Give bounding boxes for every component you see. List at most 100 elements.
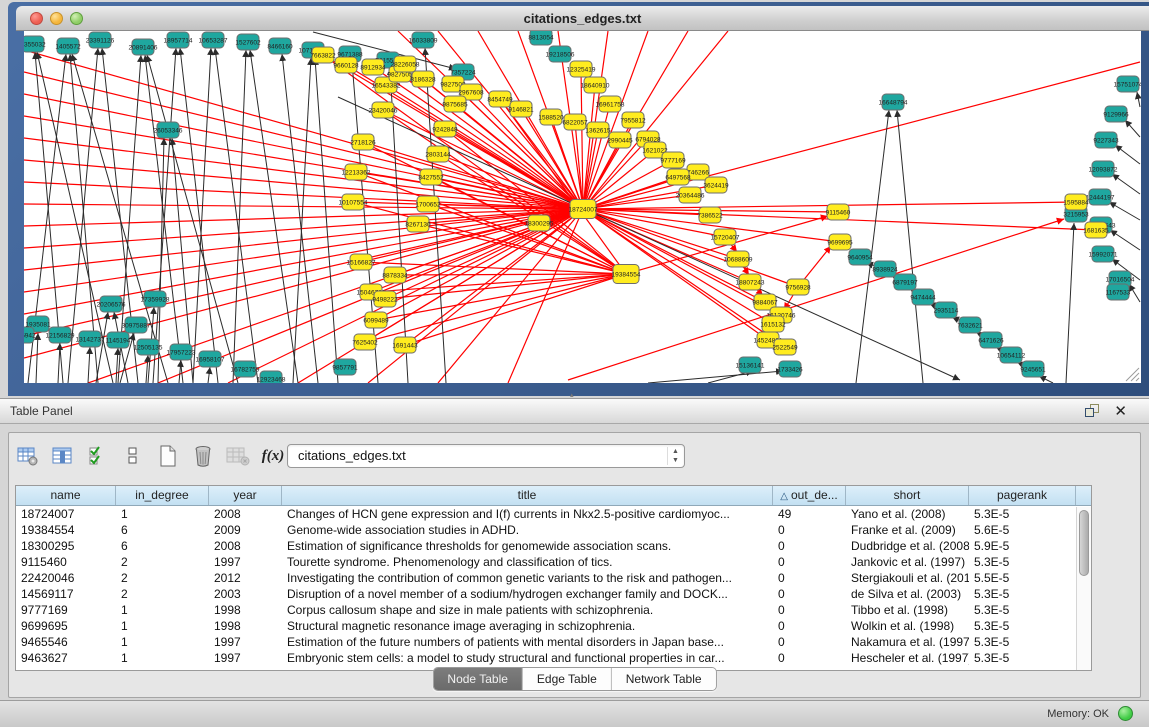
- column-header-title[interactable]: title: [282, 486, 773, 505]
- table-settings-icon[interactable]: [15, 443, 41, 469]
- graph-node[interactable]: 9777169: [660, 152, 686, 168]
- graph-node[interactable]: 26053346: [154, 122, 183, 138]
- graph-node[interactable]: 9875685: [442, 96, 468, 112]
- graph-node[interactable]: 12923468: [257, 371, 286, 383]
- graph-node[interactable]: 12325419: [567, 61, 596, 77]
- graph-node[interactable]: 6099489: [363, 312, 389, 328]
- graph-node[interactable]: 9115460: [826, 204, 851, 220]
- graph-node[interactable]: 17957223: [167, 344, 196, 360]
- graph-node[interactable]: 7663822: [310, 47, 336, 63]
- cell-pagerank[interactable]: 5.3E-5: [969, 554, 1076, 570]
- scrollbar-thumb[interactable]: [1079, 510, 1089, 576]
- graph-node[interactable]: 1405572: [55, 38, 81, 54]
- graph-node[interactable]: 19384554: [612, 265, 641, 284]
- cell-title[interactable]: Investigating the contribution of common…: [282, 570, 773, 586]
- graph-node[interactable]: 16648794: [879, 94, 908, 110]
- graph-node[interactable]: 1700652: [415, 196, 441, 212]
- cell-year[interactable]: 1998: [209, 618, 282, 634]
- cell-in_degree[interactable]: 2: [116, 554, 209, 570]
- select-columns-icon[interactable]: [50, 443, 76, 469]
- graph-node[interactable]: 20364486: [676, 187, 705, 203]
- graph-node[interactable]: 10653287: [199, 32, 228, 48]
- tab-node-table[interactable]: Node Table: [433, 668, 523, 690]
- graph-node[interactable]: 1595884: [1063, 194, 1089, 210]
- tab-network-table[interactable]: Network Table: [612, 668, 716, 690]
- graph-edge[interactable]: [856, 110, 889, 383]
- graph-edge[interactable]: [179, 360, 181, 383]
- cell-pagerank[interactable]: 5.9E-5: [969, 538, 1076, 554]
- cell-title[interactable]: Disruption of a novel member of a sodium…: [282, 586, 773, 602]
- cell-pagerank[interactable]: 5.3E-5: [969, 506, 1076, 522]
- graph-node[interactable]: 18957714: [164, 32, 193, 48]
- graph-node[interactable]: 9640954: [847, 249, 873, 265]
- graph-node[interactable]: 1527602: [235, 34, 261, 50]
- table-row[interactable]: 1830029562008Estimation of significance …: [16, 538, 1091, 554]
- graph-node[interactable]: 15751074: [1114, 76, 1141, 92]
- cell-in_degree[interactable]: 1: [116, 602, 209, 618]
- graph-edge[interactable]: [146, 355, 148, 383]
- graph-node[interactable]: 9756928: [785, 279, 811, 295]
- graph-edge[interactable]: [395, 274, 626, 275]
- cell-out_de[interactable]: 0: [773, 602, 846, 618]
- graph-edge[interactable]: [293, 58, 311, 383]
- column-header-out_de[interactable]: △out_de...: [773, 486, 846, 505]
- graph-node[interactable]: 12444197: [1086, 189, 1115, 205]
- cell-pagerank[interactable]: 5.5E-5: [969, 570, 1076, 586]
- cell-name[interactable]: 18300295: [16, 538, 116, 554]
- graph-edge[interactable]: [1109, 202, 1140, 220]
- graph-node[interactable]: 9227343: [1093, 132, 1119, 148]
- cell-in_degree[interactable]: 1: [116, 506, 209, 522]
- graph-node[interactable]: 9242848: [432, 121, 458, 137]
- graph-node[interactable]: 19218506: [546, 46, 575, 62]
- cell-pagerank[interactable]: 5.3E-5: [969, 618, 1076, 634]
- cell-title[interactable]: Estimation of significance thresholds fo…: [282, 538, 773, 554]
- cell-name[interactable]: 22420046: [16, 570, 116, 586]
- column-header-short[interactable]: short: [846, 486, 969, 505]
- cell-in_degree[interactable]: 2: [116, 586, 209, 602]
- network-canvas[interactable]: 2355032140557223391126208914061895771410…: [24, 31, 1141, 383]
- cell-short[interactable]: Tibbo et al. (1998): [846, 602, 969, 618]
- memory-status-icon[interactable]: [1118, 706, 1133, 721]
- graph-edge[interactable]: [153, 48, 176, 383]
- function-icon[interactable]: f(x): [260, 443, 286, 469]
- graph-node[interactable]: 6471626: [978, 332, 1004, 348]
- graph-node[interactable]: 2718126: [350, 134, 376, 150]
- cell-in_degree[interactable]: 1: [116, 634, 209, 650]
- graph-node[interactable]: 7955812: [620, 112, 646, 128]
- cell-year[interactable]: 2003: [209, 586, 282, 602]
- graph-node[interactable]: 9660128: [333, 57, 359, 73]
- table-row[interactable]: 1456911722003Disruption of a novel membe…: [16, 586, 1091, 602]
- graph-edge[interactable]: [376, 274, 626, 320]
- graph-edge[interactable]: [1129, 284, 1140, 302]
- cell-in_degree[interactable]: 1: [116, 618, 209, 634]
- graph-node[interactable]: 1145194: [106, 332, 131, 348]
- cell-in_degree[interactable]: 1: [116, 650, 209, 666]
- cell-pagerank[interactable]: 5.3E-5: [969, 586, 1076, 602]
- cell-short[interactable]: Stergiakouli et al. (2012): [846, 570, 969, 586]
- graph-node[interactable]: 15720407: [711, 229, 740, 245]
- cell-out_de[interactable]: 0: [773, 538, 846, 554]
- graph-node[interactable]: 10654112: [997, 347, 1026, 363]
- cell-name[interactable]: 9463627: [16, 650, 116, 666]
- graph-node[interactable]: 2935114: [934, 302, 959, 318]
- graph-edge[interactable]: [215, 48, 258, 383]
- graph-node[interactable]: 8466160: [267, 38, 293, 54]
- cell-year[interactable]: 1997: [209, 634, 282, 650]
- cell-short[interactable]: Dudbridge et al. (2008): [846, 538, 969, 554]
- graph-node[interactable]: 30975887: [122, 317, 151, 333]
- graph-node[interactable]: 18640910: [581, 77, 610, 93]
- cell-out_de[interactable]: 0: [773, 570, 846, 586]
- graph-edge[interactable]: [1115, 145, 1140, 164]
- graph-node[interactable]: 7386522: [697, 207, 723, 223]
- graph-node[interactable]: 9474444: [910, 289, 936, 305]
- graph-node[interactable]: 10107554: [339, 194, 368, 210]
- graph-node[interactable]: 1362615: [585, 122, 611, 138]
- network-window-titlebar[interactable]: citations_edges.txt: [16, 6, 1149, 31]
- cell-short[interactable]: Wolkin et al. (1998): [846, 618, 969, 634]
- graph-node[interactable]: 28226058: [391, 56, 420, 72]
- graph-edge[interactable]: [233, 50, 246, 383]
- table-row[interactable]: 911546021997Tourette syndrome. Phenomeno…: [16, 554, 1091, 570]
- cell-name[interactable]: 9777169: [16, 602, 116, 618]
- cell-year[interactable]: 2008: [209, 538, 282, 554]
- graph-edge[interactable]: [425, 48, 446, 383]
